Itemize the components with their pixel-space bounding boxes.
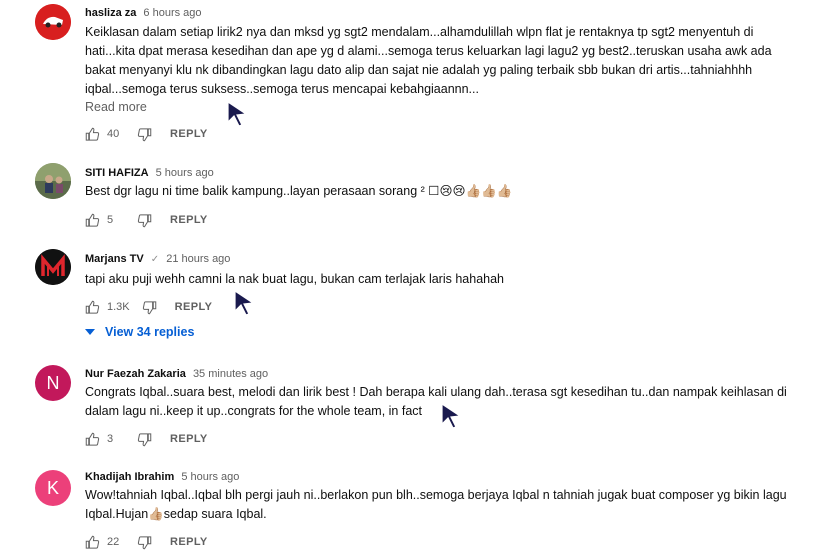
like-count: 22 [107,536,120,548]
avatar[interactable]: K [35,470,71,506]
dislike-icon[interactable] [137,213,152,228]
comment-time[interactable]: 21 hours ago [166,253,230,265]
comment-time[interactable]: 5 hours ago [181,471,239,483]
reply-button[interactable]: REPLY [170,433,208,445]
dislike-icon[interactable] [137,432,152,447]
like-icon[interactable] [85,213,100,228]
photo-avatar-icon [35,163,71,199]
avatar[interactable]: N [35,365,71,401]
car-logo-icon [35,4,71,40]
dislike-icon[interactable] [142,300,157,315]
comment-time[interactable]: 6 hours ago [143,7,201,19]
read-more-button[interactable]: Read more [85,100,147,114]
comment-text: Wow!tahniah Iqbal..Iqbal blh pergi jauh … [85,488,787,521]
like-icon[interactable] [85,535,100,550]
comment-author[interactable]: Nur Faezah Zakaria [85,368,186,380]
channel-logo-icon [35,249,71,285]
view-replies-label: View 34 replies [105,325,195,339]
comment-time[interactable]: 5 hours ago [156,167,214,179]
comment-author[interactable]: hasliza za [85,7,136,19]
avatar-letter: K [46,477,59,498]
like-icon[interactable] [85,300,100,315]
avatar-letter: N [46,372,60,393]
like-icon[interactable] [85,432,100,447]
reply-button[interactable]: REPLY [170,536,208,548]
view-replies-button[interactable]: View 34 replies [85,325,194,339]
verified-icon: ✓ [150,254,160,265]
comment-author[interactable]: Marjans TV [85,253,144,265]
comment-text: tapi aku puji wehh camni la nak buat lag… [85,272,505,286]
dislike-icon[interactable] [137,127,152,142]
mouse-cursor-icon [234,289,255,316]
comment-text: Keiklasan dalam setiap lirik2 nya dan mk… [85,25,772,96]
comment-author[interactable]: SITI HAFIZA [85,167,149,179]
avatar[interactable] [35,249,71,285]
comment-text: Best dgr lagu ni time balik kampung..lay… [85,184,513,198]
like-icon[interactable] [85,127,100,142]
mouse-cursor-icon [441,402,462,429]
like-count: 3 [107,433,114,445]
caret-down-icon [85,329,95,335]
like-count: 5 [107,214,114,226]
comment-author[interactable]: Khadijah Ibrahim [85,471,174,483]
reply-button[interactable]: REPLY [170,128,208,140]
like-count: 1.3K [107,301,130,313]
mouse-cursor-icon [227,100,248,127]
dislike-icon[interactable] [137,535,152,550]
comment-time[interactable]: 35 minutes ago [193,368,268,380]
avatar[interactable] [35,163,71,199]
reply-button[interactable]: REPLY [170,214,208,226]
like-count: 40 [107,128,120,140]
reply-button[interactable]: REPLY [175,301,213,313]
avatar[interactable] [35,4,71,40]
